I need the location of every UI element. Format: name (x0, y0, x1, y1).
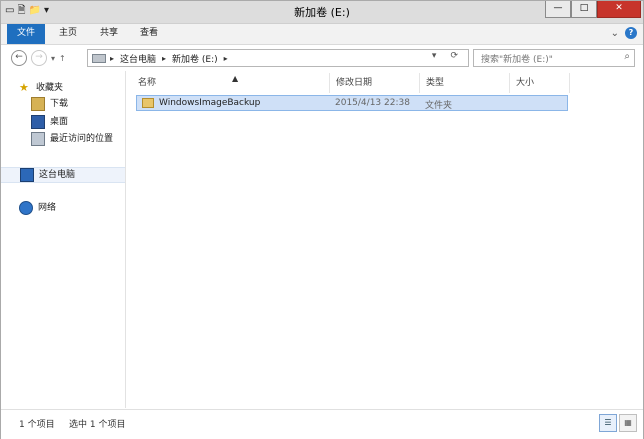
ribbon-right-controls: ⌄ ? (611, 27, 637, 39)
details-view-icon[interactable]: ☰ (599, 414, 617, 432)
search-icon[interactable]: ⌕ (624, 51, 630, 62)
explorer-window: ▭ 🗎 📁 ▾ 新加卷 (E:) — □ ✕ 文件 主页 共享 查看 ⌄ ? ←… (0, 0, 644, 439)
back-arrow-icon[interactable]: ← (11, 50, 27, 66)
nav-network[interactable]: 网络 (19, 201, 56, 215)
nav-this-pc-label: 这台电脑 (39, 170, 76, 180)
navigation-pane: ★ 收藏夹 下载 桌面 最近访问的位置 这台电脑 网络 (1, 71, 126, 408)
column-size[interactable]: 大小 (510, 73, 570, 93)
search-input[interactable]: 搜索"新加卷 (E:)" ⌕ (473, 49, 635, 67)
forward-arrow-icon[interactable]: → (31, 50, 47, 66)
maximize-button[interactable]: □ (571, 1, 597, 18)
downloads-folder-icon (31, 97, 45, 111)
tab-home[interactable]: 主页 (57, 24, 79, 44)
up-arrow-icon[interactable]: ↑ (59, 54, 66, 63)
nav-favorites[interactable]: ★ 收藏夹 (19, 81, 63, 95)
breadcrumb-this-pc[interactable]: 这台电脑 (120, 52, 156, 65)
view-switcher: ☰ ▦ (599, 414, 637, 432)
column-name-label: 名称 (138, 78, 157, 88)
search-placeholder: 搜索"新加卷 (E:)" (481, 55, 553, 65)
drive-icon (92, 53, 106, 63)
column-name[interactable]: 名称 ▲ (132, 73, 330, 93)
file-list: 名称 ▲ 修改日期 类型 大小 WindowsImageBackup 2015/… (126, 71, 643, 408)
computer-icon (20, 168, 34, 182)
column-date[interactable]: 修改日期 (330, 73, 420, 93)
tab-share[interactable]: 共享 (97, 24, 121, 44)
recent-places-icon (31, 132, 45, 146)
nav-favorites-label: 收藏夹 (36, 83, 64, 93)
folder-icon (142, 98, 154, 108)
breadcrumb-separator-icon[interactable]: ▸ (224, 54, 228, 63)
nav-this-pc[interactable]: 这台电脑 (1, 167, 125, 183)
nav-desktop-label: 桌面 (50, 117, 69, 127)
refresh-icon[interactable]: ⟳ (450, 51, 458, 61)
column-type[interactable]: 类型 (420, 73, 510, 93)
status-selected-count: 选中 1 个项目 (69, 420, 126, 430)
expand-ribbon-icon[interactable]: ⌄ (611, 28, 619, 39)
large-icons-view-icon[interactable]: ▦ (619, 414, 637, 432)
ribbon-tabs: 文件 主页 共享 查看 ⌄ ? (1, 24, 643, 45)
status-item-count: 1 个项目 (19, 420, 55, 430)
tab-view[interactable]: 查看 (137, 24, 161, 44)
title-bar: ▭ 🗎 📁 ▾ 新加卷 (E:) — □ ✕ (1, 1, 643, 24)
nav-downloads-label: 下载 (50, 99, 69, 109)
desktop-icon (31, 115, 45, 129)
file-name: WindowsImageBackup (159, 98, 261, 108)
tab-file[interactable]: 文件 (7, 24, 45, 44)
star-icon: ★ (19, 81, 29, 94)
nav-desktop[interactable]: 桌面 (31, 115, 68, 129)
close-button[interactable]: ✕ (597, 1, 641, 18)
address-dropdown-icon[interactable]: ▾ (432, 51, 437, 61)
recent-locations-icon[interactable]: ▾ (51, 54, 55, 63)
address-bar[interactable]: ▸ 这台电脑 ▸ 新加卷 (E:) ▸ ▾ ⟳ (87, 49, 469, 67)
table-row[interactable]: WindowsImageBackup 2015/4/13 22:38 文件夹 (136, 95, 568, 111)
sort-ascending-icon: ▲ (232, 74, 239, 83)
file-type: 文件夹 (425, 101, 453, 111)
column-date-label: 修改日期 (336, 78, 373, 88)
breadcrumb-separator-icon[interactable]: ▸ (110, 54, 114, 63)
file-date: 2015/4/13 22:38 (335, 98, 410, 108)
nav-recent[interactable]: 最近访问的位置 (31, 132, 113, 146)
help-icon[interactable]: ? (625, 27, 637, 39)
minimize-button[interactable]: — (545, 1, 571, 18)
status-bar: 1 个项目 选中 1 个项目 ☰ ▦ (1, 409, 643, 439)
column-type-label: 类型 (426, 78, 445, 88)
breadcrumb-separator-icon[interactable]: ▸ (162, 54, 166, 63)
breadcrumb-current[interactable]: 新加卷 (E:) (172, 52, 218, 65)
window-controls: — □ ✕ (545, 1, 641, 18)
network-icon (19, 201, 33, 215)
address-controls: ▾ ⟳ (432, 51, 464, 61)
column-size-label: 大小 (516, 78, 535, 88)
nav-recent-label: 最近访问的位置 (50, 134, 114, 144)
navigation-buttons: ← → ▾ ↑ (11, 50, 66, 66)
address-bar-row: ← → ▾ ↑ ▸ 这台电脑 ▸ 新加卷 (E:) ▸ ▾ ⟳ 搜索"新加卷 (… (1, 45, 643, 71)
nav-network-label: 网络 (38, 203, 57, 213)
nav-downloads[interactable]: 下载 (31, 97, 68, 111)
